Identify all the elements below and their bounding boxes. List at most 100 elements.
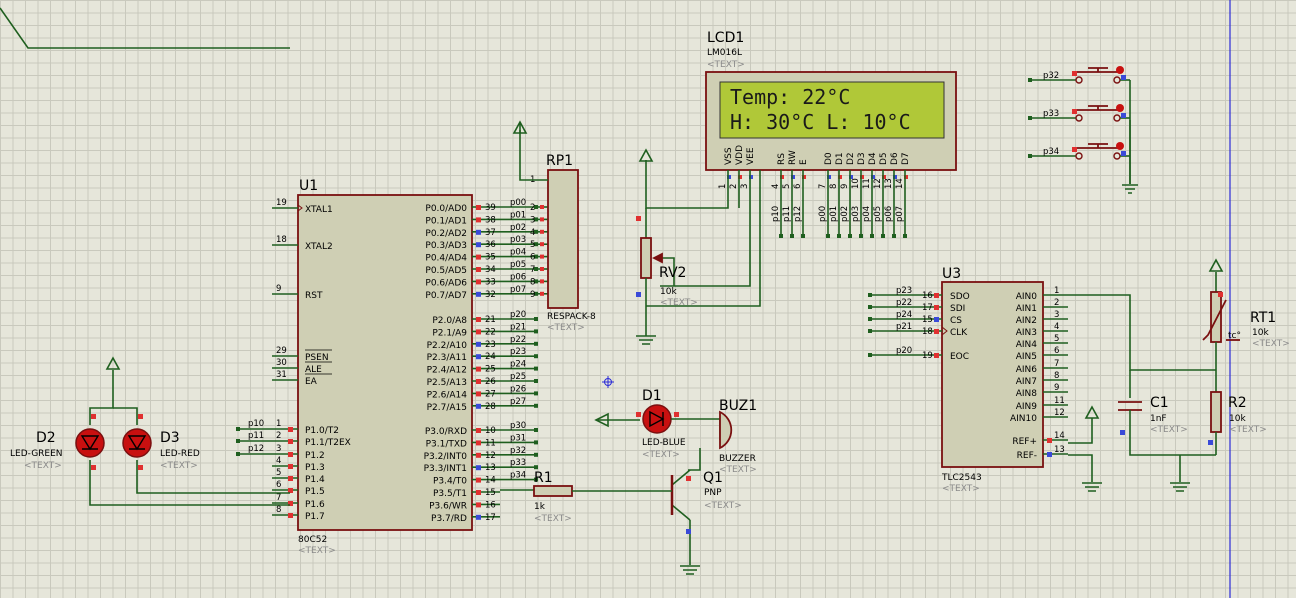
button-net-label: p32 <box>1043 71 1059 81</box>
lcd-pin-number: 11 <box>862 178 872 189</box>
r1-ref-label: R1 <box>534 470 553 486</box>
u3-pin-name: CS <box>950 316 962 326</box>
u1-net-label: p30 <box>510 421 526 431</box>
rp1-pin-number: 8 <box>530 277 535 287</box>
d1-ref-label: D1 <box>642 388 662 404</box>
push-buttons[interactable]: p32 p33 p34 <box>1028 66 1131 184</box>
u1-pin-number: 8 <box>276 505 281 515</box>
u3-pin-number: 11 <box>1054 396 1065 406</box>
u3-pin-name: SDO <box>950 292 970 302</box>
rp1-part-label: RESPACK-8 <box>547 312 596 322</box>
u1-pin-name: P0.7/AD7 <box>425 291 467 301</box>
u1-net-label: p05 <box>510 260 526 270</box>
lcd-net-label: p07 <box>895 206 905 222</box>
u1-pin-name: EA <box>305 377 318 387</box>
q1-part-label: PNP <box>704 488 722 498</box>
u1-net-label: p11 <box>248 431 264 441</box>
u3-pin-number: 19 <box>922 351 933 361</box>
u1-pin-number: 23 <box>485 340 496 350</box>
rt1-text-tag: <TEXT> <box>1252 339 1290 349</box>
rv2-potentiometer[interactable]: RV2 10k <TEXT> <box>636 148 761 345</box>
lcd-pin-number: 6 <box>793 184 803 189</box>
u1-pin-name: P0.5/AD5 <box>425 266 467 276</box>
d1-part-label: LED-BLUE <box>642 438 686 448</box>
u1-net-label: p04 <box>510 248 526 258</box>
u3-pin-number: 1 <box>1054 286 1059 296</box>
lcd-pin-number: 8 <box>829 184 839 189</box>
lcd-net-label: p01 <box>829 206 839 222</box>
u3-pin-name: AIN4 <box>1016 340 1038 350</box>
sensor-network[interactable]: RT1 10k <TEXT> tc° C1 1nF <TEXT> R2 10k … <box>1068 258 1290 492</box>
lcd1-display[interactable]: LCD1 LM016L <TEXT> Temp: 22°C H: 30°C L:… <box>705 30 957 238</box>
lcd-pin-name: VSS <box>724 147 734 165</box>
rp1-pin-number: 9 <box>530 290 535 300</box>
u3-pin-number: 18 <box>922 327 933 337</box>
u1-pin-number: 14 <box>485 476 496 486</box>
u3-pin-name: AIN5 <box>1016 352 1037 362</box>
d3-part-label: LED-RED <box>160 449 200 459</box>
u3-adc[interactable]: U3 TLC2543 <TEXT> p23 16 SDOp22 17 SDIp24 15 C… <box>868 266 1068 494</box>
push-button-p32[interactable]: p32 <box>1028 66 1130 84</box>
u1-pin-name: P2.7/A15 <box>427 403 467 413</box>
u1-net-label: p00 <box>510 198 526 208</box>
u3-pin-name: REF- <box>1017 451 1037 461</box>
lcd-net-label: p04 <box>862 206 872 222</box>
push-button-p33[interactable]: p33 <box>1028 104 1130 122</box>
lcd-pin-number: 7 <box>818 184 828 189</box>
r2-value-label: 10k <box>1229 414 1246 424</box>
lcd-pin-name: D1 <box>835 152 845 165</box>
u1-net-label: p10 <box>248 419 264 429</box>
lcd-pin-name: D0 <box>824 152 834 165</box>
d1-text-tag: <TEXT> <box>642 450 680 460</box>
u3-pin-name: CLK <box>950 328 968 338</box>
u3-pin-name: AIN8 <box>1016 389 1038 399</box>
rp1-resistor-pack[interactable]: RP1 RESPACK-8 <TEXT> 1 <box>512 120 596 333</box>
u1-net-label: p27 <box>510 397 526 407</box>
buz1-ref-label: BUZ1 <box>719 398 757 414</box>
rp1-pin-number: 3 <box>530 215 535 225</box>
u1-microcontroller[interactable]: U1 80C52 <TEXT> 19XTAL118XTAL29RST29PSEN… <box>236 178 548 556</box>
u1-pin-name: P0.3/AD3 <box>425 241 467 251</box>
u1-net-label: p32 <box>510 446 526 456</box>
lcd-pin-name: VDD <box>735 145 745 165</box>
u1-net-label: p25 <box>510 372 526 382</box>
schematic-canvas[interactable]: U1 80C52 <TEXT> 19 XTAL1 18 XTAL2 9 RST 29 PSEN… <box>0 0 1296 598</box>
u3-pin-number: 6 <box>1054 346 1059 356</box>
rt1-tc-mark: tc° <box>1228 331 1241 341</box>
u1-pin-number: 28 <box>485 402 496 412</box>
lcd-pin-number: 9 <box>840 184 850 189</box>
q1-text-tag: <TEXT> <box>704 501 742 511</box>
u1-pin-name: P3.1/TXD <box>426 439 467 449</box>
u1-pin-name: P1.1/T2EX <box>305 438 351 448</box>
u1-pin-name: P1.5 <box>305 487 325 497</box>
lcd-pin-number: 1 <box>718 184 728 189</box>
rv2-text-tag: <TEXT> <box>660 298 698 308</box>
u1-pin-name: P2.5/A13 <box>427 378 467 388</box>
u1-pin-name: P3.0/RXD <box>425 427 467 437</box>
u3-net-label: p21 <box>896 322 912 332</box>
u3-pin-name: AIN3 <box>1016 328 1037 338</box>
lcd-pin-number: 4 <box>771 184 781 189</box>
push-button-p34[interactable]: p34 <box>1028 142 1130 160</box>
u3-pin-name: AIN0 <box>1016 292 1038 302</box>
d3-text-tag: <TEXT> <box>160 461 198 471</box>
u1-pin-name: P0.4/AD4 <box>425 254 467 264</box>
u1-net-label: p22 <box>510 335 526 345</box>
u3-ref-label: U3 <box>942 266 961 282</box>
buzzer-driver[interactable]: D1 LED-BLUE <TEXT> BUZ1 BUZZER <TEXT> Q1… <box>500 388 757 575</box>
u3-pin-number: 12 <box>1054 408 1065 418</box>
u1-part-label: 80C52 <box>298 535 327 545</box>
u1-net-label: p02 <box>510 223 526 233</box>
u1-pin-number: 27 <box>485 389 496 399</box>
u1-pin-name: P0.1/AD1 <box>425 216 467 226</box>
rp1-pin-number: 7 <box>530 265 535 275</box>
u1-pin-name: P1.7 <box>305 512 325 522</box>
u3-net-label: p22 <box>896 298 912 308</box>
u3-pin-name: AIN1 <box>1016 304 1037 314</box>
u1-net-label: p01 <box>510 210 526 220</box>
r2-text-tag: <TEXT> <box>1229 425 1267 435</box>
u1-pin-number: 11 <box>485 438 496 448</box>
lcd-net-label: p00 <box>818 206 828 222</box>
u1-net-label: p03 <box>510 235 526 245</box>
u1-pin-name: P1.6 <box>305 500 325 510</box>
